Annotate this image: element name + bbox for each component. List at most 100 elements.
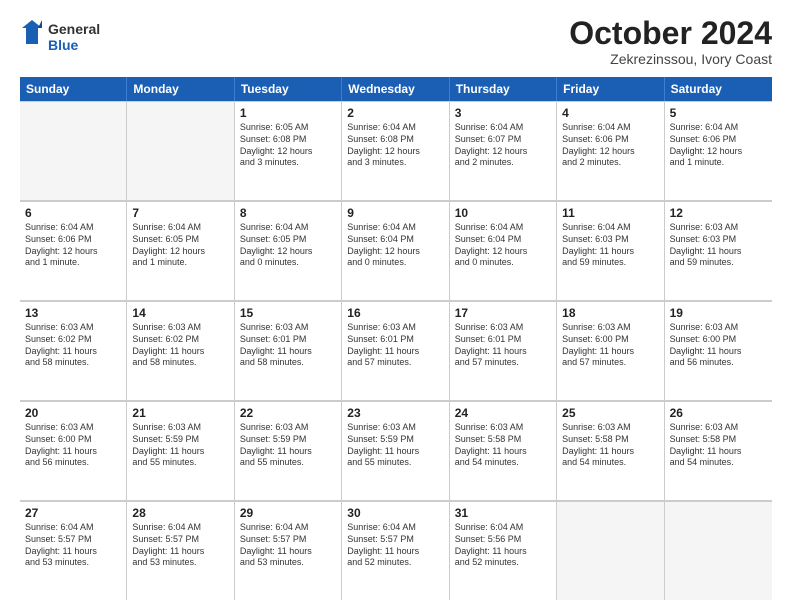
cell-detail: Sunrise: 6:03 AM Sunset: 6:01 PM Dayligh… [347, 322, 443, 369]
weekday-header: Monday [127, 77, 234, 101]
calendar-cell: 28Sunrise: 6:04 AM Sunset: 5:57 PM Dayli… [127, 501, 234, 600]
calendar-row: 27Sunrise: 6:04 AM Sunset: 5:57 PM Dayli… [20, 501, 772, 600]
cell-detail: Sunrise: 6:03 AM Sunset: 6:03 PM Dayligh… [670, 222, 767, 269]
day-number: 6 [25, 205, 121, 221]
day-number: 2 [347, 105, 443, 121]
day-number: 18 [562, 305, 658, 321]
day-number: 7 [132, 205, 228, 221]
cell-detail: Sunrise: 6:03 AM Sunset: 6:01 PM Dayligh… [240, 322, 336, 369]
day-number: 29 [240, 505, 336, 521]
day-number: 20 [25, 405, 121, 421]
day-number: 15 [240, 305, 336, 321]
calendar-cell: 16Sunrise: 6:03 AM Sunset: 6:01 PM Dayli… [342, 301, 449, 400]
calendar-cell: 7Sunrise: 6:04 AM Sunset: 6:05 PM Daylig… [127, 201, 234, 300]
calendar-cell: 24Sunrise: 6:03 AM Sunset: 5:58 PM Dayli… [450, 401, 557, 500]
month-title: October 2024 [569, 16, 772, 51]
calendar-cell: 21Sunrise: 6:03 AM Sunset: 5:59 PM Dayli… [127, 401, 234, 500]
day-number: 28 [132, 505, 228, 521]
cell-detail: Sunrise: 6:04 AM Sunset: 6:06 PM Dayligh… [562, 122, 658, 169]
day-number: 14 [132, 305, 228, 321]
cell-detail: Sunrise: 6:04 AM Sunset: 6:04 PM Dayligh… [347, 222, 443, 269]
day-number: 1 [240, 105, 336, 121]
cell-detail: Sunrise: 6:04 AM Sunset: 6:05 PM Dayligh… [132, 222, 228, 269]
day-number: 9 [347, 205, 443, 221]
cell-detail: Sunrise: 6:04 AM Sunset: 6:05 PM Dayligh… [240, 222, 336, 269]
day-number: 31 [455, 505, 551, 521]
cell-detail: Sunrise: 6:03 AM Sunset: 6:02 PM Dayligh… [25, 322, 121, 369]
cell-detail: Sunrise: 6:04 AM Sunset: 5:57 PM Dayligh… [25, 522, 121, 569]
calendar-cell: 27Sunrise: 6:04 AM Sunset: 5:57 PM Dayli… [20, 501, 127, 600]
day-number: 17 [455, 305, 551, 321]
weekday-header: Friday [557, 77, 664, 101]
cell-detail: Sunrise: 6:05 AM Sunset: 6:08 PM Dayligh… [240, 122, 336, 169]
calendar-cell: 4Sunrise: 6:04 AM Sunset: 6:06 PM Daylig… [557, 101, 664, 200]
calendar-cell: 15Sunrise: 6:03 AM Sunset: 6:01 PM Dayli… [235, 301, 342, 400]
calendar-cell: 9Sunrise: 6:04 AM Sunset: 6:04 PM Daylig… [342, 201, 449, 300]
day-number: 10 [455, 205, 551, 221]
day-number: 25 [562, 405, 658, 421]
weekday-header: Tuesday [235, 77, 342, 101]
calendar-row: 13Sunrise: 6:03 AM Sunset: 6:02 PM Dayli… [20, 301, 772, 401]
day-number: 16 [347, 305, 443, 321]
day-number: 13 [25, 305, 121, 321]
cell-detail: Sunrise: 6:04 AM Sunset: 6:03 PM Dayligh… [562, 222, 658, 269]
cell-detail: Sunrise: 6:03 AM Sunset: 6:02 PM Dayligh… [132, 322, 228, 369]
calendar-cell: 13Sunrise: 6:03 AM Sunset: 6:02 PM Dayli… [20, 301, 127, 400]
day-number: 22 [240, 405, 336, 421]
calendar-cell: 1Sunrise: 6:05 AM Sunset: 6:08 PM Daylig… [235, 101, 342, 200]
title-block: October 2024 Zekrezinssou, Ivory Coast [569, 16, 772, 67]
calendar-header: SundayMondayTuesdayWednesdayThursdayFrid… [20, 77, 772, 101]
day-number: 8 [240, 205, 336, 221]
weekday-header: Thursday [450, 77, 557, 101]
cell-detail: Sunrise: 6:03 AM Sunset: 6:00 PM Dayligh… [25, 422, 121, 469]
calendar-row: 20Sunrise: 6:03 AM Sunset: 6:00 PM Dayli… [20, 401, 772, 501]
cell-detail: Sunrise: 6:03 AM Sunset: 5:58 PM Dayligh… [455, 422, 551, 469]
calendar-row: 6Sunrise: 6:04 AM Sunset: 6:06 PM Daylig… [20, 201, 772, 301]
cell-detail: Sunrise: 6:04 AM Sunset: 5:57 PM Dayligh… [240, 522, 336, 569]
calendar-cell [20, 101, 127, 200]
cell-detail: Sunrise: 6:04 AM Sunset: 6:07 PM Dayligh… [455, 122, 551, 169]
calendar-cell [665, 501, 772, 600]
calendar-row: 1Sunrise: 6:05 AM Sunset: 6:08 PM Daylig… [20, 101, 772, 201]
day-number: 27 [25, 505, 121, 521]
day-number: 21 [132, 405, 228, 421]
cell-detail: Sunrise: 6:04 AM Sunset: 6:06 PM Dayligh… [25, 222, 121, 269]
day-number: 5 [670, 105, 767, 121]
calendar-cell: 2Sunrise: 6:04 AM Sunset: 6:08 PM Daylig… [342, 101, 449, 200]
calendar-cell: 31Sunrise: 6:04 AM Sunset: 5:56 PM Dayli… [450, 501, 557, 600]
calendar-cell: 29Sunrise: 6:04 AM Sunset: 5:57 PM Dayli… [235, 501, 342, 600]
svg-text:General: General [48, 21, 100, 37]
cell-detail: Sunrise: 6:03 AM Sunset: 6:01 PM Dayligh… [455, 322, 551, 369]
calendar-cell: 23Sunrise: 6:03 AM Sunset: 5:59 PM Dayli… [342, 401, 449, 500]
calendar-cell: 14Sunrise: 6:03 AM Sunset: 6:02 PM Dayli… [127, 301, 234, 400]
calendar-cell: 12Sunrise: 6:03 AM Sunset: 6:03 PM Dayli… [665, 201, 772, 300]
logo: General Blue [20, 16, 110, 58]
weekday-header: Sunday [20, 77, 127, 101]
cell-detail: Sunrise: 6:03 AM Sunset: 6:00 PM Dayligh… [670, 322, 767, 369]
cell-detail: Sunrise: 6:04 AM Sunset: 5:56 PM Dayligh… [455, 522, 551, 569]
calendar-cell: 22Sunrise: 6:03 AM Sunset: 5:59 PM Dayli… [235, 401, 342, 500]
cell-detail: Sunrise: 6:04 AM Sunset: 6:08 PM Dayligh… [347, 122, 443, 169]
cell-detail: Sunrise: 6:04 AM Sunset: 6:06 PM Dayligh… [670, 122, 767, 169]
calendar-cell: 6Sunrise: 6:04 AM Sunset: 6:06 PM Daylig… [20, 201, 127, 300]
calendar-cell: 30Sunrise: 6:04 AM Sunset: 5:57 PM Dayli… [342, 501, 449, 600]
calendar-cell: 3Sunrise: 6:04 AM Sunset: 6:07 PM Daylig… [450, 101, 557, 200]
day-number: 3 [455, 105, 551, 121]
calendar-cell: 10Sunrise: 6:04 AM Sunset: 6:04 PM Dayli… [450, 201, 557, 300]
day-number: 30 [347, 505, 443, 521]
location: Zekrezinssou, Ivory Coast [569, 51, 772, 67]
day-number: 26 [670, 405, 767, 421]
cell-detail: Sunrise: 6:04 AM Sunset: 6:04 PM Dayligh… [455, 222, 551, 269]
calendar-cell: 11Sunrise: 6:04 AM Sunset: 6:03 PM Dayli… [557, 201, 664, 300]
svg-text:Blue: Blue [48, 37, 79, 53]
day-number: 23 [347, 405, 443, 421]
header: General Blue October 2024 Zekrezinssou, … [20, 16, 772, 67]
day-number: 12 [670, 205, 767, 221]
calendar-cell: 17Sunrise: 6:03 AM Sunset: 6:01 PM Dayli… [450, 301, 557, 400]
cell-detail: Sunrise: 6:03 AM Sunset: 5:58 PM Dayligh… [562, 422, 658, 469]
calendar-cell [127, 101, 234, 200]
day-number: 4 [562, 105, 658, 121]
cell-detail: Sunrise: 6:03 AM Sunset: 5:59 PM Dayligh… [240, 422, 336, 469]
calendar-cell: 20Sunrise: 6:03 AM Sunset: 6:00 PM Dayli… [20, 401, 127, 500]
calendar-cell: 26Sunrise: 6:03 AM Sunset: 5:58 PM Dayli… [665, 401, 772, 500]
